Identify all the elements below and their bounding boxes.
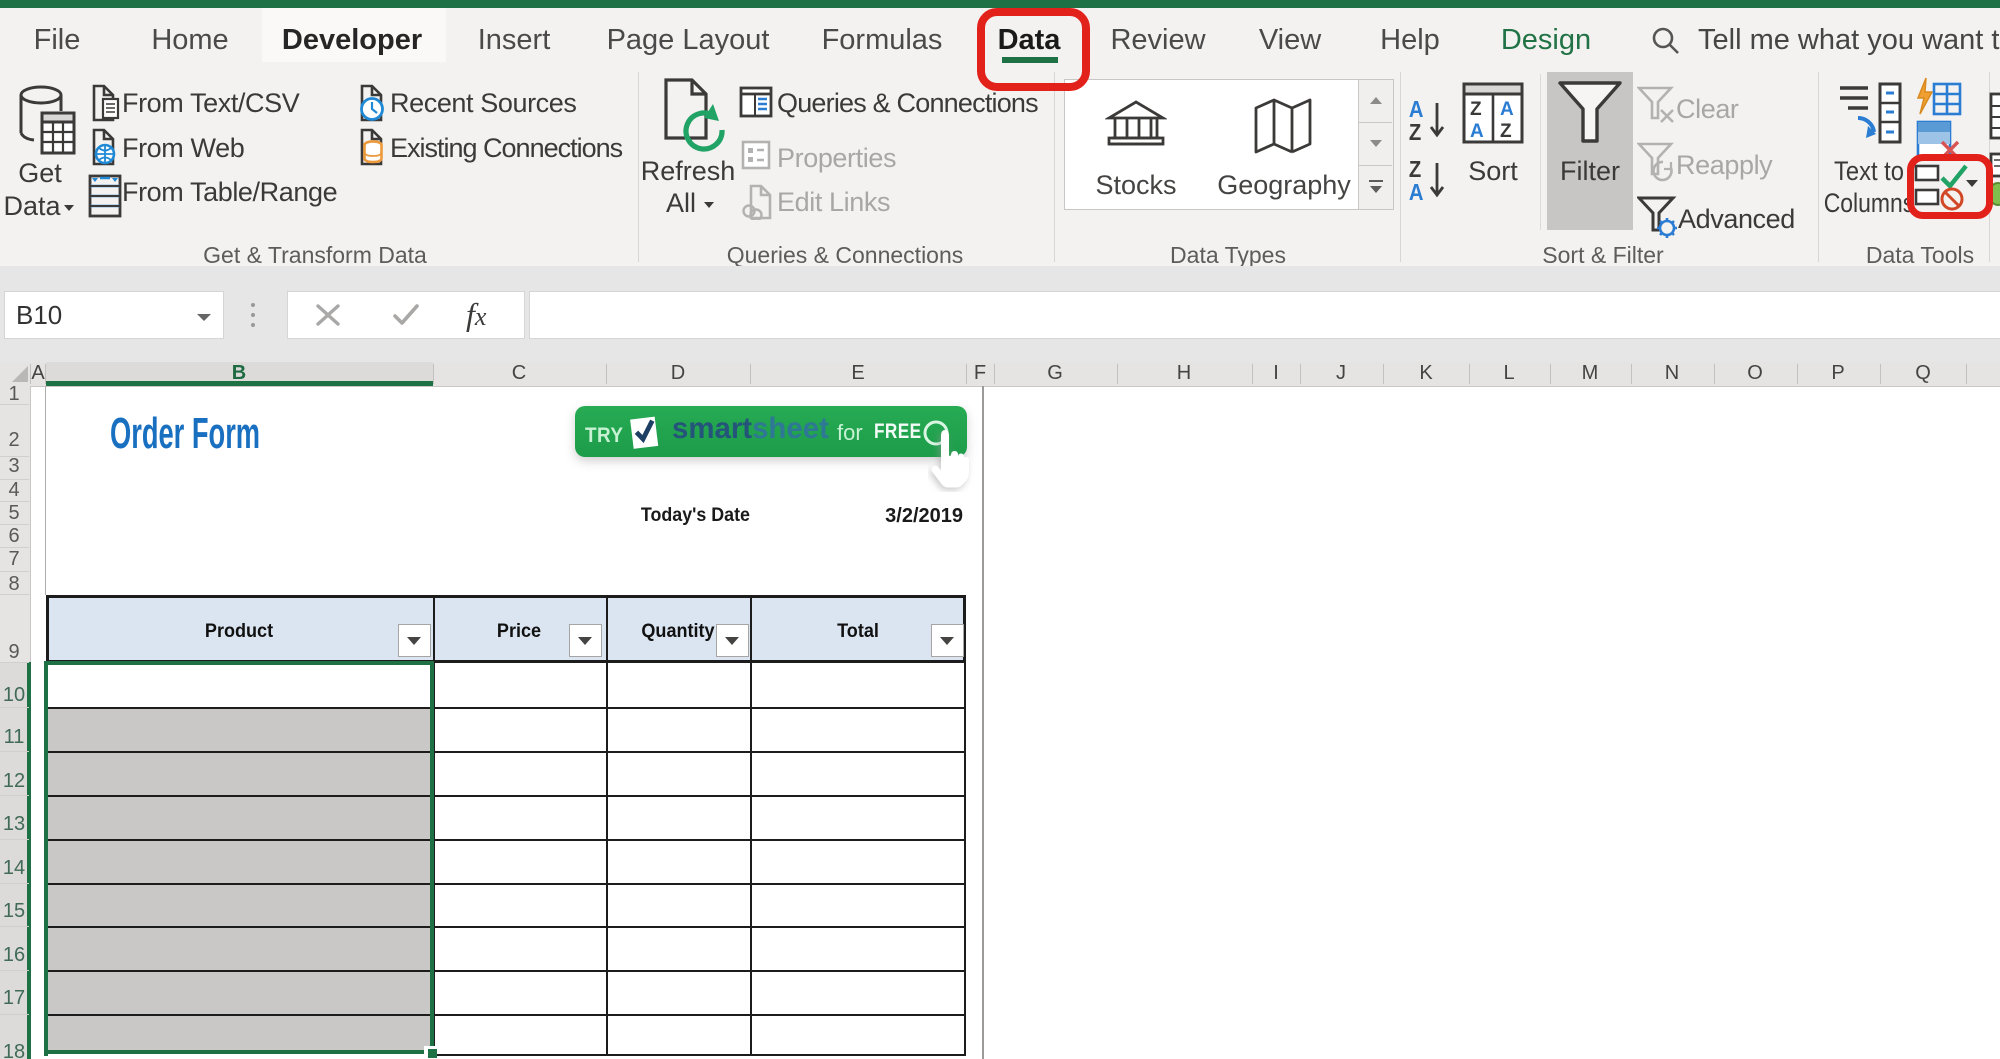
svg-text:Z: Z	[1409, 119, 1421, 142]
svg-text:A: A	[1470, 121, 1484, 142]
svg-text:A: A	[1409, 179, 1424, 202]
svg-text:Z: Z	[1470, 99, 1482, 120]
svg-text:A: A	[1500, 99, 1514, 120]
svg-text:Z: Z	[1500, 121, 1512, 142]
